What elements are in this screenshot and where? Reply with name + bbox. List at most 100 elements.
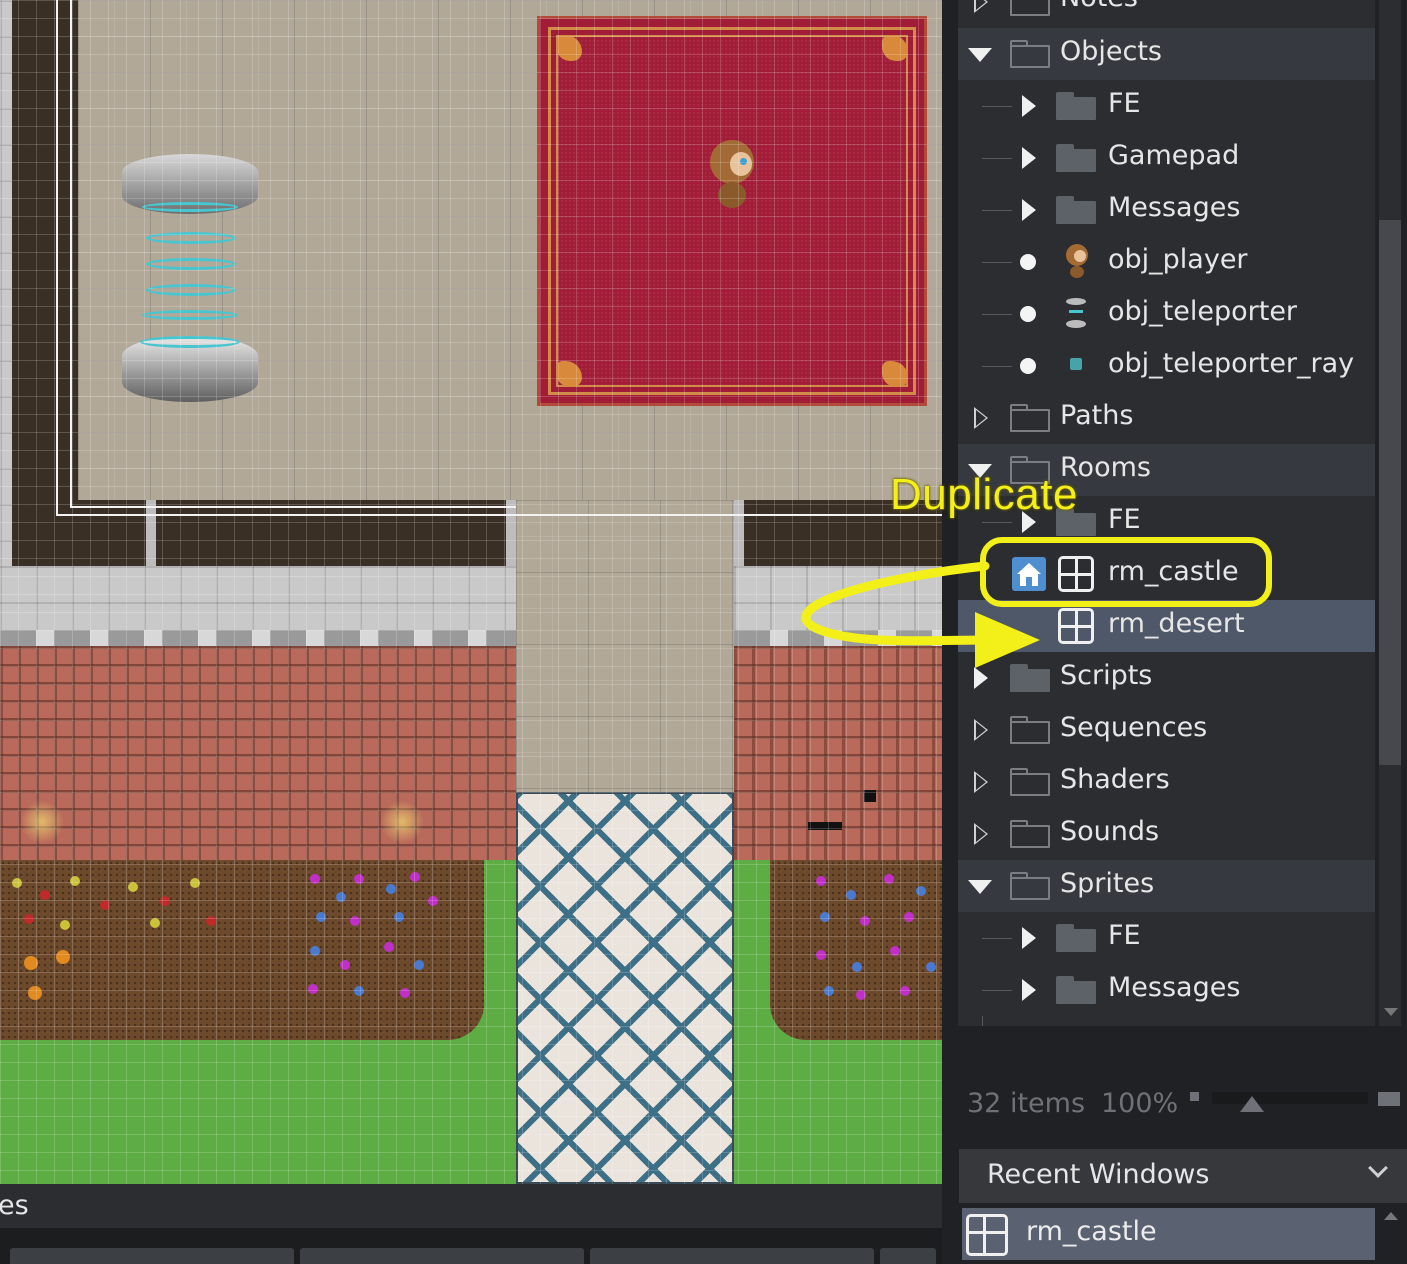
tree-group-paths[interactable]: Paths bbox=[958, 392, 1375, 444]
collapse-arrow-icon[interactable] bbox=[968, 48, 992, 62]
expand-arrow-icon[interactable] bbox=[974, 823, 988, 845]
wall-lamp bbox=[20, 800, 64, 844]
wall-crack bbox=[864, 790, 876, 802]
tree-group-scripts[interactable]: Scripts bbox=[958, 652, 1375, 704]
folder-icon bbox=[1056, 976, 1096, 1004]
tree-group-objects[interactable]: Objects bbox=[958, 28, 1375, 80]
tree-group-shaders[interactable]: Shaders bbox=[958, 756, 1375, 808]
folder-icon bbox=[1010, 404, 1050, 432]
corridor-floor bbox=[516, 500, 734, 795]
room-icon bbox=[1058, 608, 1094, 644]
recent-windows-title: Recent Windows bbox=[987, 1159, 1210, 1190]
carpet-ornament bbox=[556, 361, 582, 387]
bottom-toolbar bbox=[0, 1228, 942, 1264]
zoom-in-icon[interactable] bbox=[1378, 1092, 1400, 1106]
expand-arrow-icon[interactable] bbox=[1022, 199, 1036, 221]
folder-icon bbox=[1010, 716, 1050, 744]
player-instance[interactable] bbox=[708, 140, 756, 210]
asset-tree-scrollbar[interactable] bbox=[1379, 0, 1401, 1026]
tree-item-label: FE bbox=[1108, 920, 1141, 951]
zoom-slider-thumb[interactable] bbox=[1240, 1096, 1264, 1112]
tree-group-sequences[interactable]: Sequences bbox=[958, 704, 1375, 756]
wall-lamp bbox=[380, 800, 424, 844]
zoom-slider[interactable] bbox=[1212, 1092, 1368, 1104]
folder-icon bbox=[1056, 144, 1096, 172]
expand-arrow-icon[interactable] bbox=[974, 0, 988, 13]
brick-wall-left bbox=[0, 646, 516, 860]
inner-wall-line bbox=[70, 506, 516, 508]
bottom-dropdown[interactable] bbox=[590, 1248, 874, 1264]
tree-folder-messages[interactable]: Messages bbox=[958, 964, 1375, 1016]
expand-arrow-icon[interactable] bbox=[974, 719, 988, 741]
flower-bed-left bbox=[0, 860, 484, 1040]
expand-arrow-icon[interactable] bbox=[1022, 927, 1036, 949]
tree-group-sounds[interactable]: Sounds bbox=[958, 808, 1375, 860]
tree-item-label: Notes bbox=[1060, 0, 1138, 13]
chevron-down-icon[interactable] bbox=[1368, 1158, 1388, 1178]
folder-icon bbox=[1056, 196, 1096, 224]
expand-arrow-icon[interactable] bbox=[1022, 147, 1036, 169]
scrollbar-thumb[interactable] bbox=[1379, 220, 1401, 765]
scroll-down-arrow-icon[interactable] bbox=[1384, 1008, 1398, 1016]
teleporter-instance[interactable] bbox=[122, 150, 262, 410]
inner-wall-line bbox=[70, 0, 72, 508]
tree-folder-messages[interactable]: Messages bbox=[958, 184, 1375, 236]
recent-windows-header[interactable]: Recent Windows bbox=[959, 1149, 1407, 1203]
annotation-label: Duplicate bbox=[890, 470, 1078, 519]
bottom-dropdown[interactable] bbox=[880, 1248, 936, 1264]
tree-item-label: obj_teleporter_ray bbox=[1108, 348, 1355, 379]
tree-object-obj-teleporter-ray[interactable]: obj_teleporter_ray bbox=[958, 340, 1375, 392]
tree-item-label: Gamepad bbox=[1108, 140, 1240, 171]
tree-object-obj-player[interactable]: obj_player bbox=[958, 236, 1375, 288]
tree-item-label: Messages bbox=[1108, 972, 1241, 1003]
tree-item-label: Sprites bbox=[1060, 868, 1155, 899]
carpet-ornament bbox=[882, 35, 908, 61]
tree-folder-fe[interactable]: FE bbox=[958, 80, 1375, 132]
view-boundary-line bbox=[56, 514, 942, 516]
expand-arrow-icon[interactable] bbox=[974, 667, 988, 689]
pillar bbox=[734, 500, 744, 566]
tree-room-rm-desert[interactable]: rm_desert bbox=[958, 600, 1375, 652]
folder-icon bbox=[1056, 924, 1096, 952]
tree-item-label: Objects bbox=[1060, 36, 1163, 67]
tree-object-obj-teleporter[interactable]: obj_teleporter bbox=[958, 288, 1375, 340]
expand-arrow-icon[interactable] bbox=[974, 407, 988, 429]
recent-window-item[interactable]: rm_castle bbox=[962, 1208, 1375, 1260]
battlement-teeth bbox=[734, 630, 942, 646]
player-sprite-icon bbox=[1062, 244, 1090, 280]
zoom-level: 100% bbox=[1101, 1088, 1179, 1119]
tree-folder-fe[interactable]: FE bbox=[958, 912, 1375, 964]
expand-arrow-icon[interactable] bbox=[974, 771, 988, 793]
folder-icon bbox=[1010, 820, 1050, 848]
folder-icon bbox=[1010, 768, 1050, 796]
tree-group-sprites[interactable]: Sprites bbox=[958, 860, 1375, 912]
output-tab[interactable]: es bbox=[0, 1184, 942, 1228]
carpet-ornament bbox=[556, 35, 582, 61]
bullet-dot-icon bbox=[1020, 254, 1036, 270]
bullet-dot-icon bbox=[1020, 306, 1036, 322]
collapse-arrow-icon[interactable] bbox=[968, 880, 992, 894]
tree-group-notes[interactable]: Notes bbox=[958, 0, 1375, 28]
expand-arrow-icon[interactable] bbox=[1022, 95, 1036, 117]
highlight-box bbox=[980, 537, 1272, 607]
room-icon bbox=[966, 1214, 1008, 1256]
red-carpet bbox=[537, 16, 927, 406]
folder-icon bbox=[1010, 872, 1050, 900]
room-editor-canvas[interactable] bbox=[0, 0, 942, 1184]
folder-icon bbox=[1056, 92, 1096, 120]
folder-icon bbox=[1010, 664, 1050, 692]
tree-folder-gamepad[interactable]: Gamepad bbox=[958, 132, 1375, 184]
tree-item-label: Paths bbox=[1060, 400, 1134, 431]
scroll-up-arrow-icon[interactable] bbox=[1384, 1212, 1398, 1220]
bottom-dropdown[interactable] bbox=[10, 1248, 294, 1264]
expand-arrow-icon[interactable] bbox=[1022, 979, 1036, 1001]
tree-item-label: FE bbox=[1108, 88, 1141, 119]
patterned-rug bbox=[516, 792, 734, 1184]
tree-item-label: FE bbox=[1108, 504, 1141, 535]
tree-item-label: Sequences bbox=[1060, 712, 1208, 743]
tree-item-label: Shaders bbox=[1060, 764, 1170, 795]
bottom-dropdown[interactable] bbox=[300, 1248, 584, 1264]
zoom-out-icon[interactable] bbox=[1190, 1092, 1199, 1101]
tree-item-label: obj_player bbox=[1108, 244, 1248, 275]
pillar bbox=[506, 500, 516, 566]
